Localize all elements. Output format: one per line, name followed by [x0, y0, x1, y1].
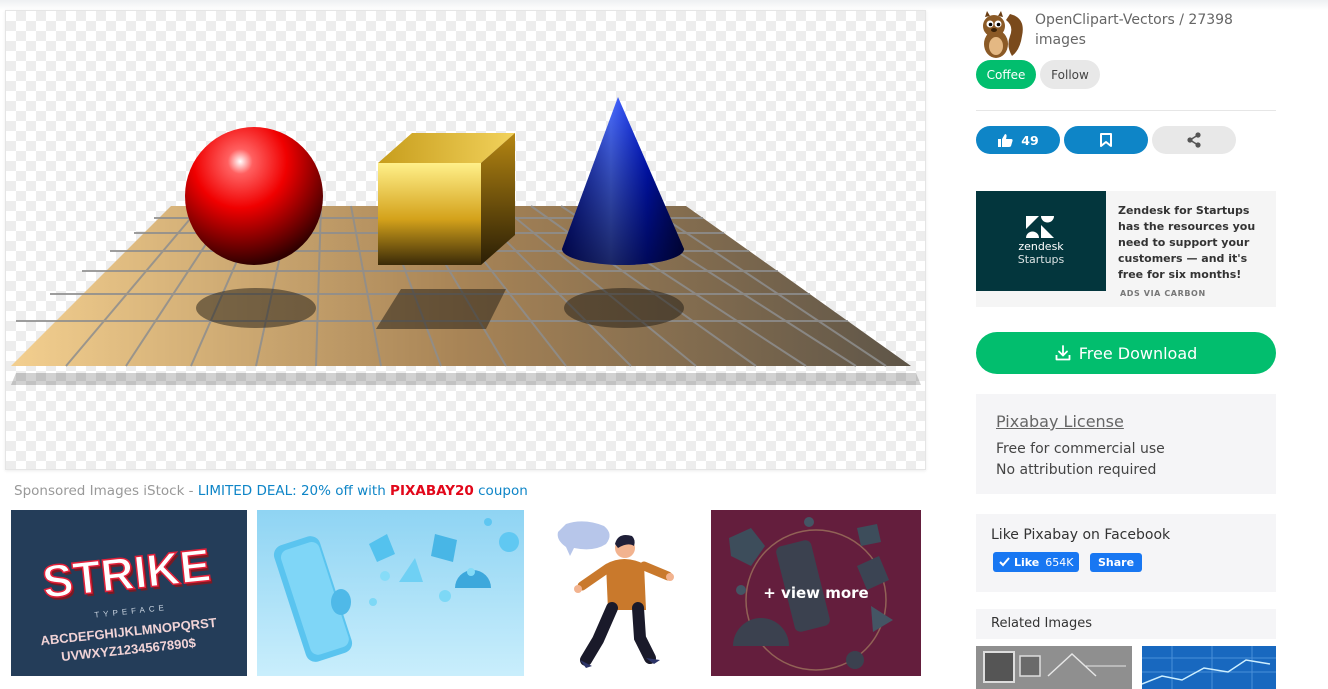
bookmark-button[interactable]	[1064, 126, 1148, 154]
related-images-header: Related Images	[976, 609, 1276, 639]
sponsored-thumb-walking-man[interactable]	[534, 510, 701, 676]
zendesk-brand: zendesk	[1018, 240, 1064, 253]
sponsored-thumb-strike[interactable]: STRIKE STRIKE TYPEFACE ABCDEFGHIJKLMNOPQ…	[11, 510, 247, 676]
ads-via-carbon[interactable]: ADS VIA CARBON	[1120, 289, 1206, 298]
download-label: Free Download	[1078, 343, 1198, 363]
top-shadow	[0, 0, 1328, 10]
facebook-title: Like Pixabay on Facebook	[991, 527, 1171, 543]
thumbs-up-icon	[998, 134, 1013, 147]
share-icon	[1187, 132, 1201, 148]
coffee-button[interactable]: Coffee	[976, 60, 1036, 89]
divider	[976, 110, 1276, 111]
squirrel-avatar-icon[interactable]	[976, 10, 1026, 60]
coupon-suffix[interactable]: coupon	[474, 483, 528, 499]
author-info: OpenClipart-Vectors / 27398 images	[1035, 10, 1255, 50]
sponsored-thumb-phone[interactable]	[257, 510, 524, 676]
sponsored-line: Sponsored Images iStock - LIMITED DEAL: …	[14, 483, 528, 499]
coupon-code[interactable]: PIXABAY20	[390, 483, 474, 499]
sponsored-thumb-view-more[interactable]: + view more	[711, 510, 921, 676]
bookmark-icon	[1100, 133, 1112, 147]
shapes-illustration	[11, 97, 921, 385]
carbon-ad[interactable]: zendesk Startups Zendesk for Startups ha…	[976, 191, 1276, 307]
deal-link[interactable]: LIMITED DEAL: 20% off with	[198, 483, 390, 499]
zendesk-sub: Startups	[1017, 253, 1065, 266]
license-link[interactable]: Pixabay License	[996, 412, 1256, 431]
phone-shapes-image	[257, 510, 524, 676]
author-name[interactable]: OpenClipart-Vectors	[1035, 12, 1175, 28]
zendesk-logo[interactable]: zendesk Startups	[976, 191, 1106, 291]
free-download-button[interactable]: Free Download	[976, 332, 1276, 374]
walking-man-image	[557, 521, 674, 668]
follow-button[interactable]: Follow	[1040, 60, 1100, 89]
facebook-like-count: 654K	[1043, 555, 1074, 569]
related-image-1[interactable]	[976, 646, 1132, 689]
like-button[interactable]: 49	[976, 126, 1060, 154]
strike-typeface-image: STRIKE STRIKE TYPEFACE ABCDEFGHIJKLMNOPQ…	[11, 510, 247, 676]
license-line-attribution: No attribution required	[996, 462, 1157, 478]
view-more-label[interactable]: + view more	[711, 510, 921, 676]
facebook-like-button[interactable]: Like 654K	[993, 552, 1080, 572]
zendesk-logo-icon	[1026, 216, 1054, 238]
checkmark-icon	[999, 557, 1010, 567]
main-image[interactable]	[5, 10, 926, 470]
facebook-box: Like Pixabay on Facebook Like 654K Share	[976, 514, 1276, 592]
facebook-like-label: Like	[1014, 555, 1040, 569]
license-line-commercial: Free for commercial use	[996, 441, 1165, 457]
share-button[interactable]	[1152, 126, 1236, 154]
ad-text[interactable]: Zendesk for Startups has the resources y…	[1118, 203, 1270, 283]
related-image-2[interactable]	[1142, 646, 1276, 689]
download-icon	[1055, 345, 1071, 361]
facebook-share-button[interactable]: Share	[1090, 553, 1143, 572]
like-count: 49	[1021, 132, 1039, 148]
sponsored-prefix: Sponsored Images iStock -	[14, 483, 198, 499]
license-box: Pixabay License Free for commercial use …	[976, 394, 1276, 494]
